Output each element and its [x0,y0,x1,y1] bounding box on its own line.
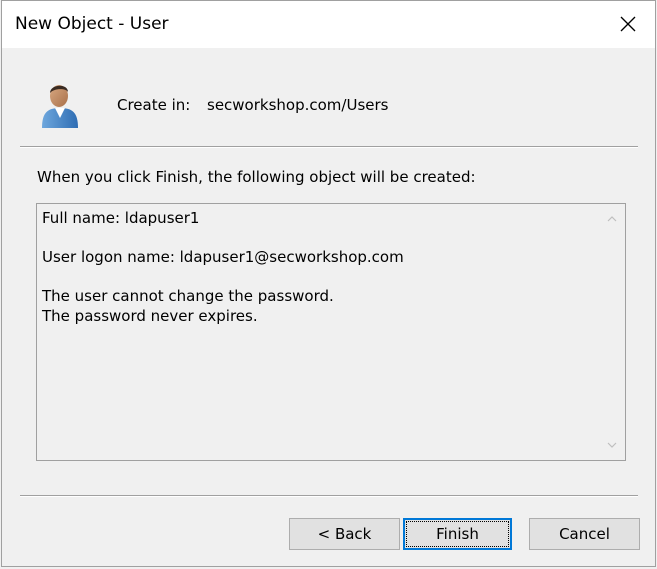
finish-button[interactable]: Finish [403,518,512,550]
chevron-down-icon [607,442,617,448]
create-in-path: secworkshop.com/Users [207,96,389,114]
summary-line-cannot-change: The user cannot change the password. [42,287,334,305]
cancel-button[interactable]: Cancel [529,518,640,550]
close-button[interactable] [605,3,651,45]
header-divider [20,146,638,148]
summary-line-never-expires: The password never expires. [42,306,258,325]
footer-divider [20,495,638,497]
summary-textbox[interactable]: Full name: ldapuser1 User logon name: ld… [36,203,626,461]
back-button-label: < Back [317,525,372,543]
back-button[interactable]: < Back [289,518,400,550]
chevron-up-icon [607,216,617,222]
close-icon [620,16,636,32]
scroll-down-button[interactable] [603,436,621,454]
cancel-button-label: Cancel [559,525,610,543]
instruction-text: When you click Finish, the following obj… [37,168,476,186]
user-icon [42,85,78,128]
create-in-label: Create in: [117,96,191,114]
window-title: New Object - User [15,14,169,34]
new-object-user-dialog: New Object - User Create in: secworkshop… [1,0,656,567]
title-bar: New Object - User [2,1,655,48]
finish-button-label: Finish [436,525,479,543]
summary-line-logon-name: User logon name: ldapuser1@secworkshop.c… [42,248,404,266]
summary-line-full-name: Full name: ldapuser1 [42,209,200,227]
summary-text: Full name: ldapuser1 User logon name: ld… [42,209,404,326]
dialog-header: Create in: secworkshop.com/Users [2,48,655,148]
scroll-up-button[interactable] [603,210,621,228]
